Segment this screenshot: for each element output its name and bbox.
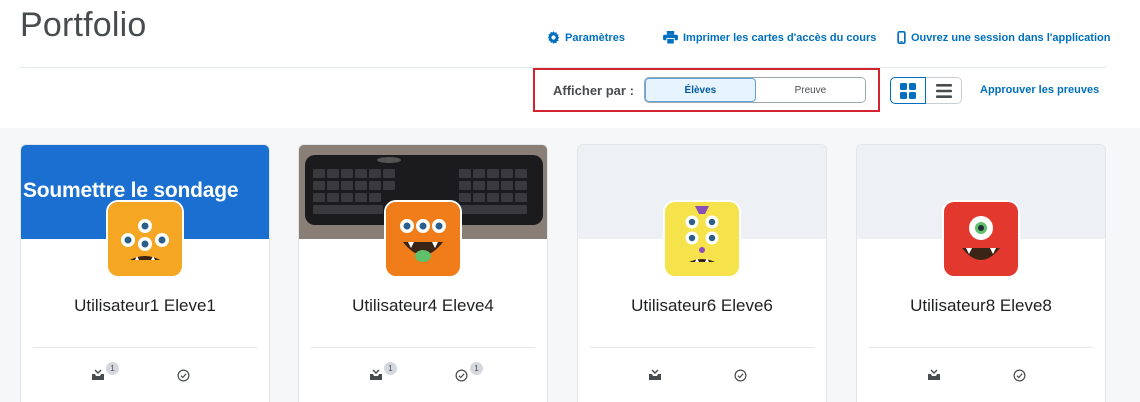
- gear-icon: [547, 31, 560, 44]
- list-view-button[interactable]: [926, 77, 962, 104]
- grid-view-button[interactable]: [890, 77, 926, 104]
- app-session-label: Ouvrez une session dans l'application: [911, 31, 1111, 44]
- avatar: [108, 202, 182, 276]
- print-cards-link[interactable]: Imprimer les cartes d'accès du cours: [663, 31, 876, 44]
- avatar: [665, 202, 739, 276]
- view-by-students-button[interactable]: Élèves: [644, 78, 756, 102]
- check-circle-icon: [1013, 369, 1026, 382]
- evidence-button[interactable]: 1: [369, 362, 397, 387]
- student-name: Utilisateur4 Eleve4: [352, 296, 494, 315]
- approve-button[interactable]: [1013, 369, 1035, 387]
- approval-count-badge: 1: [470, 362, 483, 375]
- evidence-count-badge: 1: [106, 362, 119, 375]
- avatar: [944, 202, 1018, 276]
- monster-avatar-icon: [944, 202, 1018, 276]
- inbox-tray-icon: [92, 369, 104, 380]
- view-by-segmented: Élèves Preuve: [643, 77, 866, 103]
- monster-avatar-icon: [386, 202, 460, 276]
- card-divider: [311, 347, 535, 348]
- student-name: Utilisateur6 Eleve6: [631, 296, 773, 315]
- settings-link[interactable]: Paramètres: [547, 31, 625, 44]
- banner-text: Soumettre le sondage: [23, 179, 239, 202]
- check-circle-icon: [734, 369, 747, 382]
- mobile-phone-icon: [897, 31, 906, 44]
- printer-icon: [663, 31, 678, 44]
- check-circle-icon: [177, 369, 190, 382]
- inbox-tray-icon: [370, 369, 382, 380]
- student-card[interactable]: Soumettre le sondage Utilisateur1 Eleve1…: [20, 144, 270, 402]
- view-toggle: [890, 77, 962, 104]
- approve-button[interactable]: 1: [455, 362, 483, 387]
- print-cards-label: Imprimer les cartes d'accès du cours: [683, 31, 877, 44]
- card-divider: [590, 347, 814, 348]
- approve-evidence-link[interactable]: Approuver les preuves: [980, 84, 1099, 96]
- avatar: [386, 202, 460, 276]
- monster-avatar-icon: [665, 202, 739, 276]
- evidence-button[interactable]: [927, 369, 949, 387]
- student-name: Utilisateur8 Eleve8: [910, 296, 1052, 315]
- student-name: Utilisateur1 Eleve1: [74, 296, 216, 315]
- check-circle-icon: [455, 369, 468, 382]
- view-by-control: Afficher par : Élèves Preuve: [533, 68, 880, 112]
- card-divider: [869, 347, 1093, 348]
- top-links: Paramètres Imprimer les cartes d'accès d…: [0, 31, 1140, 47]
- student-card[interactable]: Utilisateur8 Eleve8: [856, 144, 1106, 402]
- card-divider: [33, 347, 257, 348]
- view-by-evidence-button[interactable]: Preuve: [755, 78, 865, 102]
- evidence-button[interactable]: 1: [91, 362, 119, 387]
- app-session-link[interactable]: Ouvrez une session dans l'application: [897, 31, 1110, 44]
- inbox-tray-icon: [649, 369, 661, 380]
- student-card[interactable]: Utilisateur4 Eleve4 1 1: [298, 144, 548, 402]
- grid-icon: [900, 82, 916, 99]
- view-by-label: Afficher par :: [553, 82, 634, 98]
- approve-button[interactable]: [177, 369, 199, 387]
- student-card[interactable]: Utilisateur6 Eleve6: [577, 144, 827, 402]
- inbox-tray-icon: [928, 369, 940, 380]
- monster-avatar-icon: [108, 202, 182, 276]
- settings-label: Paramètres: [565, 31, 625, 44]
- evidence-button[interactable]: [648, 369, 670, 387]
- evidence-count-badge: 1: [384, 362, 397, 375]
- approve-button[interactable]: [734, 369, 756, 387]
- list-icon: [935, 83, 952, 98]
